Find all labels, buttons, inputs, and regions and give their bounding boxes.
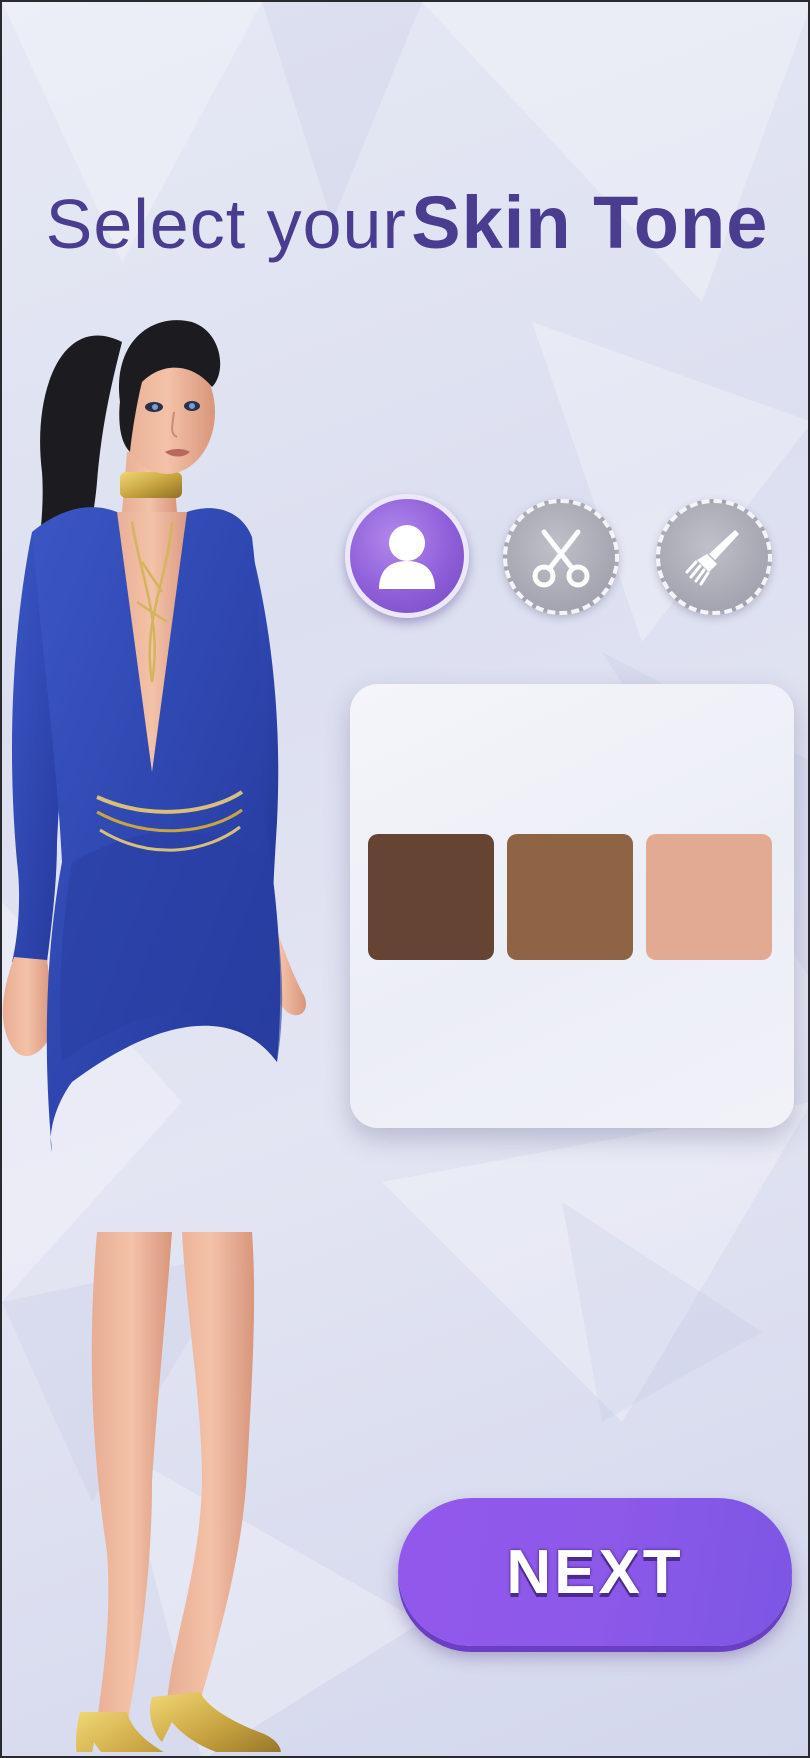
tab-skin-tone[interactable] [345,494,469,618]
next-button[interactable]: NEXT [398,1498,792,1646]
avatar-right-leg [167,1232,255,1712]
tab-hairstyle[interactable] [503,499,619,615]
scissors-icon [532,529,590,588]
person-icon [379,525,435,589]
character-avatar [2,320,307,1752]
avatar-right-shoe [150,1692,281,1752]
brush-icon [685,530,739,586]
title-emphasis: Skin Tone [411,181,769,264]
character-creator-screen: Select your Skin Tone NEXT [0,0,810,1758]
skin-tone-panel [350,684,794,1128]
next-button-label: NEXT [506,1537,684,1607]
avatar-left-leg [91,1232,172,1727]
avatar-left-hand [2,957,52,1057]
tab-hair-color[interactable] [656,499,772,615]
skin-tone-swatch-dark[interactable] [368,834,494,960]
skin-tone-swatch-medium[interactable] [507,834,633,960]
avatar-choker [120,472,182,498]
page-title: Select your Skin Tone [2,180,808,265]
skin-tone-swatch-light[interactable] [646,834,772,960]
title-prefix: Select your [45,185,407,263]
